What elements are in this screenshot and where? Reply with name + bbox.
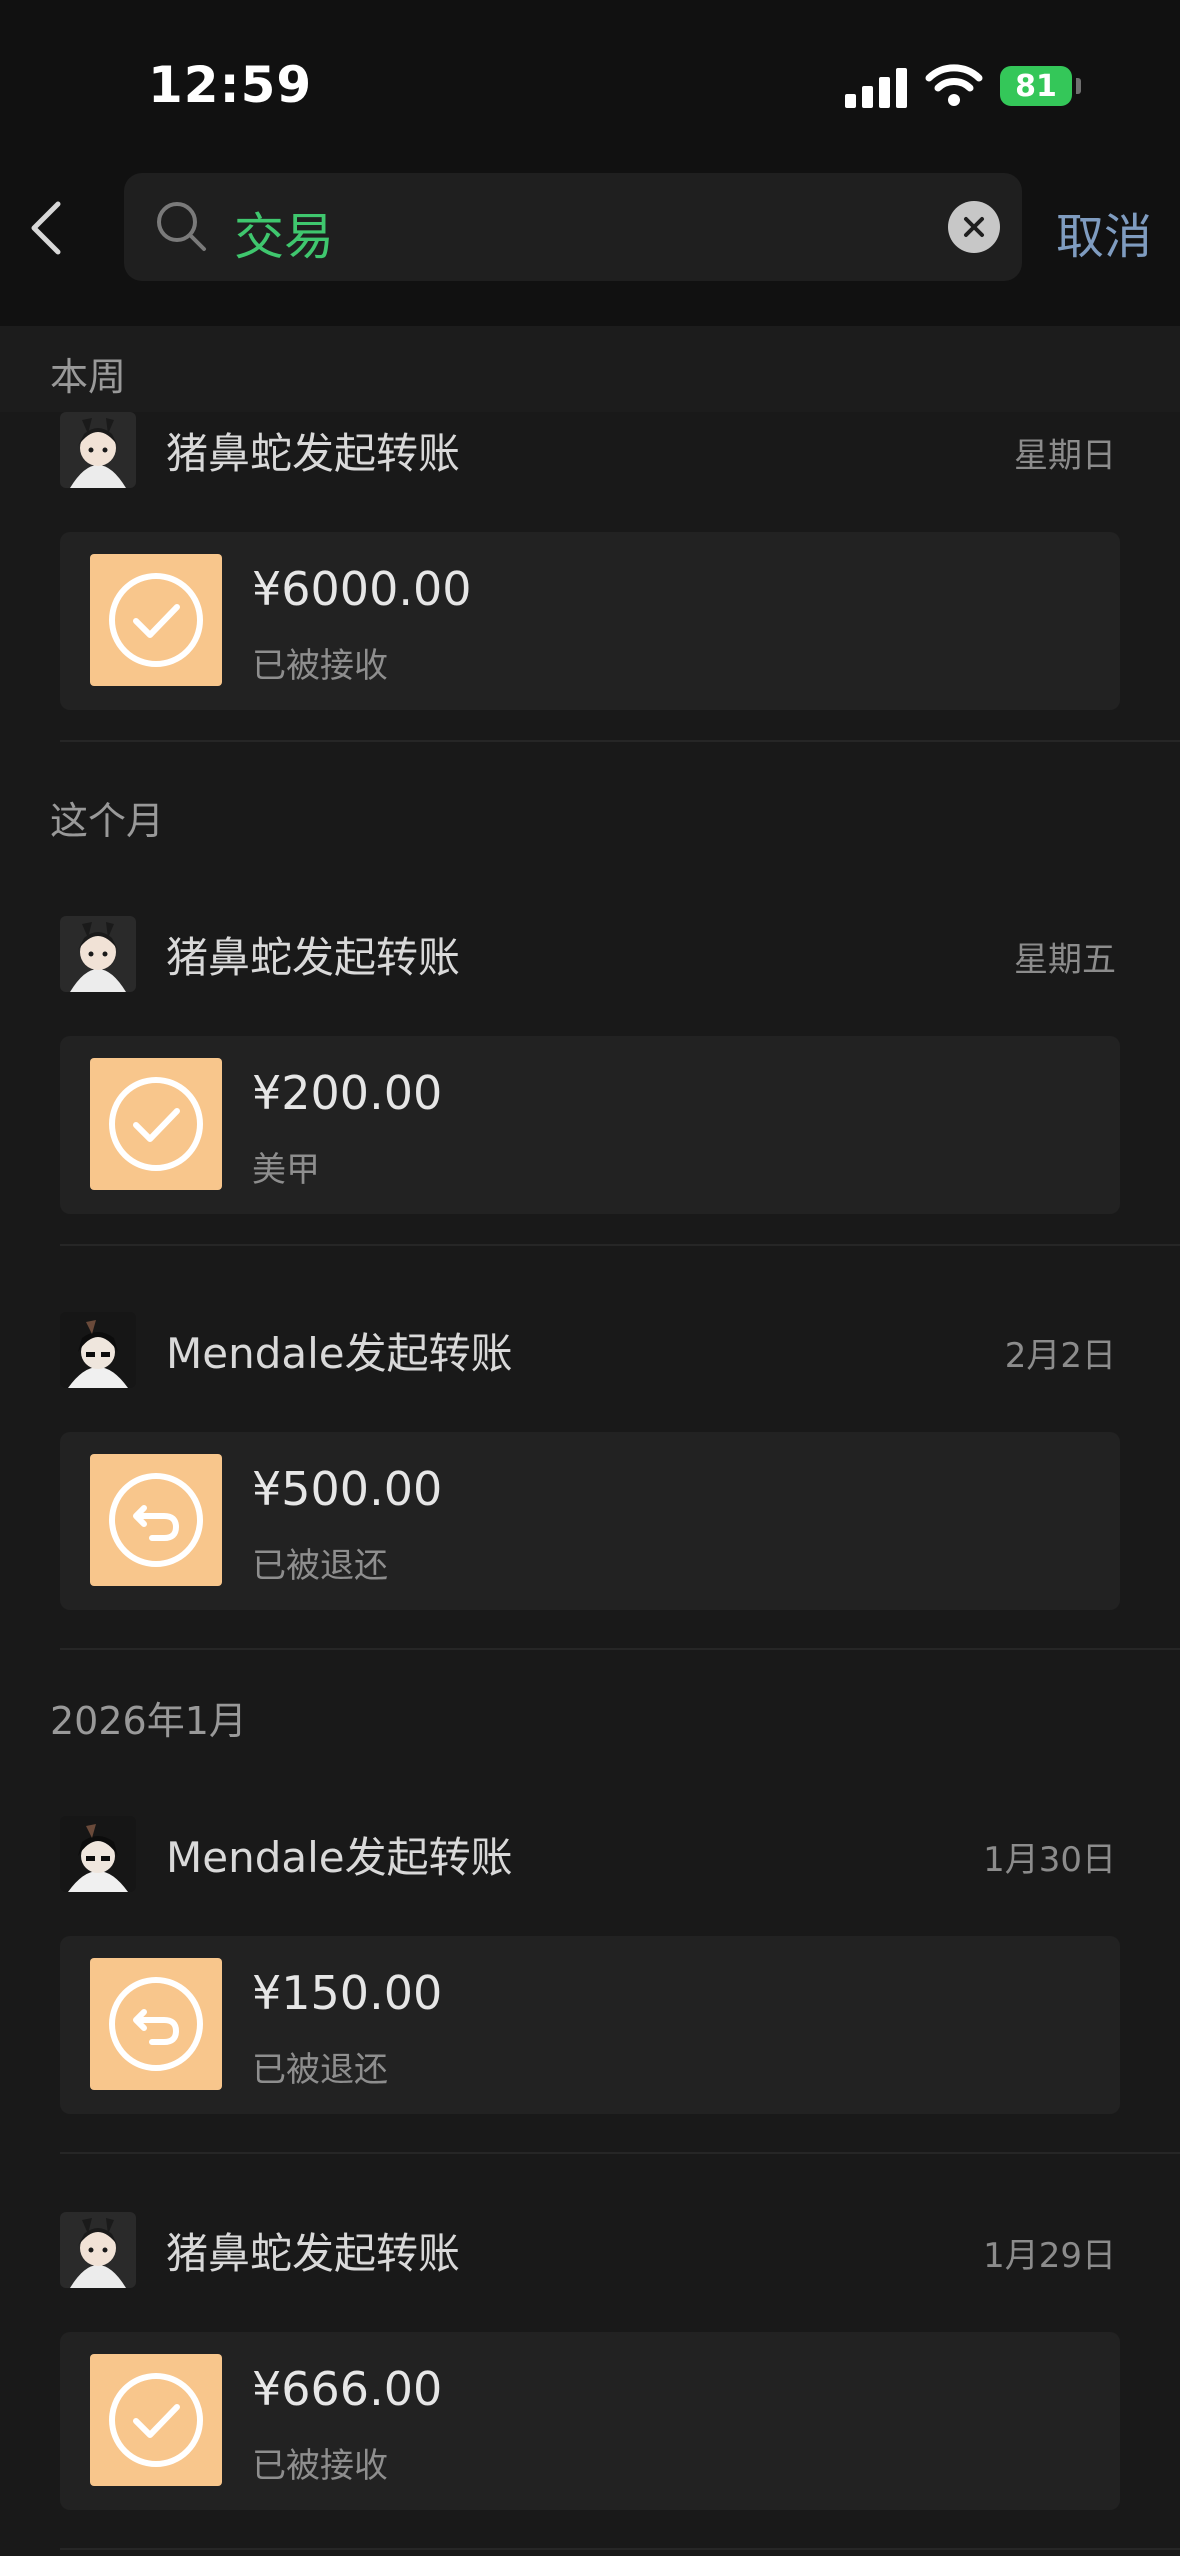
transfer-record[interactable]: 猪鼻蛇发起转账 1月29日 ¥666.00 已被接收 — [0, 2212, 1180, 2550]
transfer-record[interactable]: Mendale发起转账 2月2日 ¥500.00 已被退还 — [0, 1312, 1180, 1650]
avatar — [60, 412, 136, 488]
avatar — [60, 916, 136, 992]
avatar — [60, 1816, 136, 1892]
section-header-this-week: 本周 — [0, 326, 1180, 412]
record-date: 星期日 — [1014, 436, 1116, 476]
transfer-status: 已被退还 — [252, 1546, 388, 1586]
sender-name: 猪鼻蛇发起转账 — [166, 2229, 461, 2278]
transfer-amount: ¥200.00 — [252, 1066, 443, 1120]
record-date: 星期五 — [1014, 940, 1116, 980]
transfer-status-badge — [90, 2354, 222, 2486]
check-icon — [109, 573, 203, 667]
section-label: 2026年1月 — [50, 1699, 247, 1743]
cancel-button[interactable]: 取消 — [1056, 197, 1152, 267]
section-header-january-2026: 2026年1月 — [0, 1670, 1180, 1756]
transfer-record[interactable]: 猪鼻蛇发起转账 星期日 ¥6000.00 已被接收 — [0, 412, 1180, 742]
transfer-amount: ¥500.00 — [252, 1462, 443, 1516]
transfer-card[interactable]: ¥500.00 已被退还 — [60, 1432, 1120, 1610]
transfer-amount: ¥6000.00 — [252, 562, 472, 616]
sender-name: Mendale发起转账 — [166, 1329, 513, 1378]
check-icon — [109, 2373, 203, 2467]
battery-indicator: 81 — [1000, 66, 1072, 106]
wifi-icon — [925, 64, 983, 106]
close-icon — [964, 217, 984, 237]
search-query[interactable]: 交易 — [234, 197, 334, 269]
transfer-status: 已被退还 — [252, 2050, 388, 2090]
transfer-amount: ¥150.00 — [252, 1966, 443, 2020]
return-icon — [109, 1473, 203, 1567]
section-label: 这个月 — [50, 799, 165, 843]
divider — [60, 2548, 1180, 2550]
sender-name: Mendale发起转账 — [166, 1833, 513, 1882]
divider — [60, 1648, 1180, 1650]
battery-tip — [1076, 78, 1081, 94]
transfer-status: 已被接收 — [252, 646, 388, 686]
divider — [60, 740, 1180, 742]
transfer-card[interactable]: ¥666.00 已被接收 — [60, 2332, 1120, 2510]
cellular-signal-icon — [845, 68, 907, 108]
status-bar: 12:59 81 — [0, 0, 1180, 170]
sender-name: 猪鼻蛇发起转账 — [166, 933, 461, 982]
transfer-status: 已被接收 — [252, 2446, 388, 2486]
battery-level: 81 — [1015, 68, 1057, 104]
divider — [60, 2152, 1180, 2154]
status-time: 12:59 — [148, 56, 313, 114]
return-icon — [109, 1977, 203, 2071]
transfer-record[interactable]: 猪鼻蛇发起转账 星期五 ¥200.00 美甲 — [0, 916, 1180, 1246]
record-date: 1月29日 — [983, 2236, 1116, 2276]
section-header-this-month: 这个月 — [0, 770, 1180, 856]
transfer-status-badge — [90, 1058, 222, 1190]
divider — [60, 1244, 1180, 1246]
back-chevron-icon[interactable] — [28, 200, 64, 256]
record-date: 2月2日 — [1004, 1336, 1116, 1376]
transfer-status-badge — [90, 554, 222, 686]
transfer-status: 美甲 — [252, 1150, 320, 1190]
check-icon — [109, 1077, 203, 1171]
transfer-card[interactable]: ¥6000.00 已被接收 — [60, 532, 1120, 710]
transfer-status-badge — [90, 1454, 222, 1586]
search-icon — [157, 202, 206, 251]
avatar — [60, 2212, 136, 2288]
transfer-record[interactable]: Mendale发起转账 1月30日 ¥150.00 已被退还 — [0, 1816, 1180, 2154]
transfer-status-badge — [90, 1958, 222, 2090]
transfer-amount: ¥666.00 — [252, 2362, 443, 2416]
search-input[interactable]: 交易 — [124, 173, 1022, 281]
sender-name: 猪鼻蛇发起转账 — [166, 429, 461, 478]
transfer-card[interactable]: ¥200.00 美甲 — [60, 1036, 1120, 1214]
clear-search-button[interactable] — [948, 201, 1000, 253]
transfer-card[interactable]: ¥150.00 已被退还 — [60, 1936, 1120, 2114]
record-date: 1月30日 — [983, 1840, 1116, 1880]
section-label: 本周 — [50, 355, 127, 399]
avatar — [60, 1312, 136, 1388]
